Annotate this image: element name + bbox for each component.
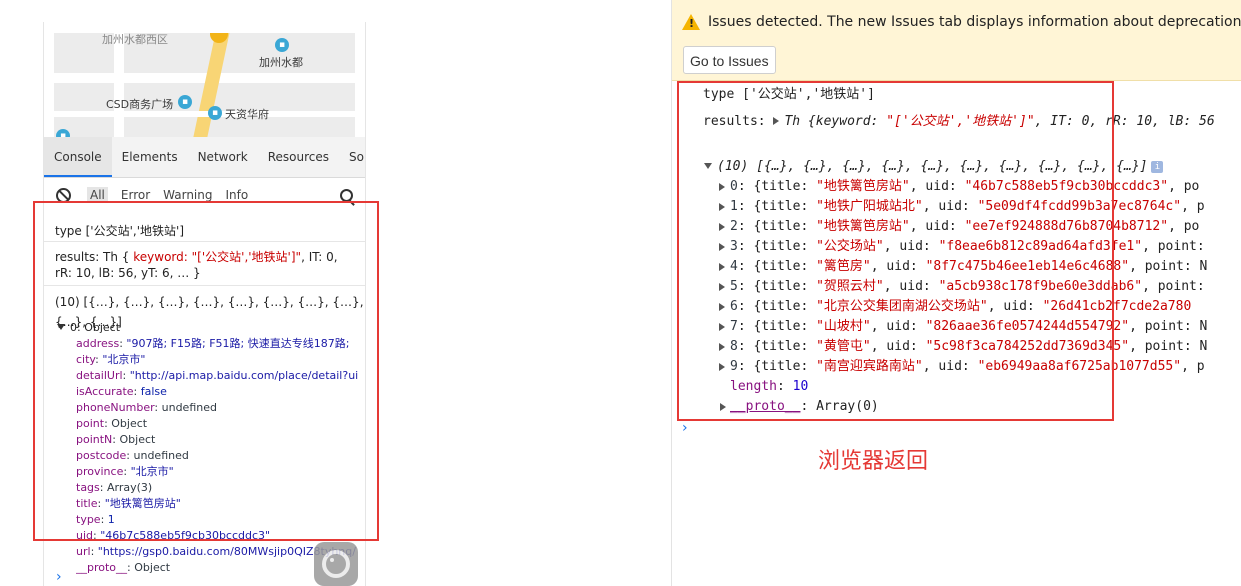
tab-network[interactable]: Network xyxy=(188,137,258,177)
item-tail: , point: N xyxy=(1129,319,1208,334)
item-tail: , po xyxy=(1168,179,1200,194)
poi-icon: ▪ xyxy=(208,106,222,120)
issues-message: Issues detected. The new Issues tab disp… xyxy=(708,14,1241,30)
devtools-tab-bar: Console Elements Network Resources Sourc… xyxy=(44,137,365,178)
map-label: 加州水都 xyxy=(259,56,303,69)
map-label: 加州水都西区 xyxy=(102,33,168,46)
item-tail: , p xyxy=(1181,199,1205,214)
item-tail: , point: N xyxy=(1129,339,1208,354)
tab-resources[interactable]: Resources xyxy=(258,137,339,177)
poi-icon: ▪ xyxy=(275,38,289,52)
property-value: Object xyxy=(134,561,171,574)
map-label: CSD商务广场 xyxy=(106,98,174,111)
item-tail: , point: xyxy=(1142,279,1205,294)
tab-sources[interactable]: Sources xyxy=(339,137,365,177)
map-view[interactable]: 加州水都西区 ▪ 加州水都 CSD商务广场 ▪ ▪ 天资华府 ▪ xyxy=(54,33,355,141)
filter-info[interactable]: Info xyxy=(225,188,248,202)
issues-banner: ! Issues detected. The new Issues tab di… xyxy=(672,0,1241,81)
highlight-box-left xyxy=(33,201,379,541)
item-tail: , point: N xyxy=(1129,259,1208,274)
warning-icon: ! xyxy=(682,14,700,30)
go-to-issues-button[interactable]: Go to Issues xyxy=(683,46,776,74)
item-tail: , po xyxy=(1168,219,1200,234)
caption-browser-return: 浏览器返回 xyxy=(818,449,929,474)
filter-error[interactable]: Error xyxy=(121,188,150,202)
item-tail: , p xyxy=(1181,359,1205,374)
console-prompt[interactable]: › xyxy=(682,420,688,436)
tab-elements[interactable]: Elements xyxy=(112,137,188,177)
info-icon[interactable]: i xyxy=(1151,161,1164,173)
tab-console[interactable]: Console xyxy=(44,137,112,177)
highlight-box-right xyxy=(677,81,1114,421)
settings-overlay-button[interactable] xyxy=(314,542,358,586)
poi-icon: ▪ xyxy=(178,95,192,109)
property-key: __proto__ xyxy=(76,561,128,574)
property-key: url xyxy=(76,545,91,558)
item-tail: , point: xyxy=(1142,239,1205,254)
gear-icon xyxy=(322,550,350,578)
filter-warning[interactable]: Warning xyxy=(163,188,212,202)
console-prompt[interactable]: › xyxy=(56,569,62,585)
map-label: 天资华府 xyxy=(225,108,269,121)
